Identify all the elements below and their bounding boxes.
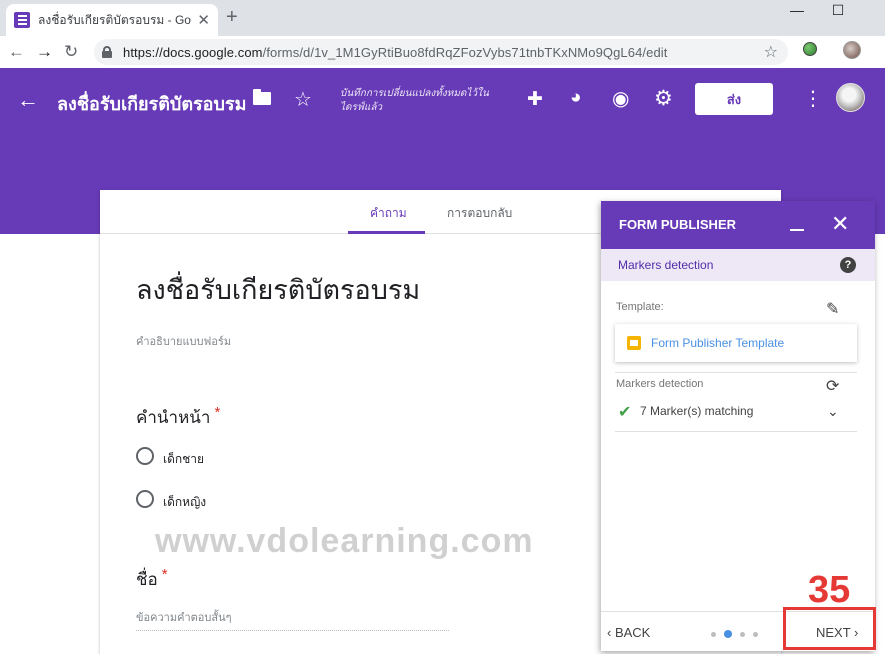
pencil-icon[interactable]: ✎	[826, 299, 839, 319]
question-title-name[interactable]: ชื่อ *	[136, 566, 168, 593]
url-path: /forms/d/1v_1M1GyRtiBuo8fdRqZFozVybs71tn…	[262, 44, 668, 60]
reload-icon[interactable]: ↻	[64, 42, 78, 62]
browser-toolbar: ← → ↻ https://docs.google.com/forms/d/1v…	[0, 36, 885, 68]
save-status-note: บันทึกการเปลี่ยนแปลงทั้งหมดไว้ในไดรฟ์แล้…	[340, 88, 489, 113]
tab-questions[interactable]: คำถาม	[370, 204, 407, 223]
window-minimize-button[interactable]: —	[777, 2, 817, 18]
watermark-text: www.vdolearning.com	[155, 522, 534, 560]
bookmark-star-icon[interactable]: ☆	[764, 42, 778, 62]
page-dot	[740, 631, 745, 637]
required-marker: *	[214, 404, 221, 421]
template-label: Template:	[616, 301, 664, 313]
palette-icon[interactable]: ◕	[570, 87, 581, 109]
browser-profile-avatar[interactable]	[843, 41, 861, 59]
next-highlight-box	[783, 607, 876, 650]
step-number-annotation: 35	[808, 569, 851, 611]
star-icon[interactable]: ☆	[294, 87, 312, 112]
extension-icon[interactable]	[803, 42, 817, 56]
lock-icon	[102, 46, 112, 58]
template-name-link[interactable]: Form Publisher Template	[651, 336, 784, 350]
question-title-text: คำนำหน้า	[136, 408, 211, 427]
form-publisher-subheader: Markers detection ?	[601, 249, 875, 281]
template-card[interactable]: Form Publisher Template	[615, 324, 857, 362]
subheader-label: Markers detection	[618, 258, 714, 272]
slides-file-icon	[627, 336, 641, 350]
required-marker: *	[161, 566, 168, 583]
page-dot	[711, 631, 716, 637]
gear-icon[interactable]: ⚙	[654, 86, 673, 111]
back-label: BACK	[614, 625, 651, 640]
send-button[interactable]: ส่ง	[695, 83, 773, 115]
page-dot-active	[724, 630, 732, 638]
back-arrow-icon[interactable]: ←	[8, 42, 25, 62]
folder-icon[interactable]	[253, 89, 271, 105]
divider	[615, 431, 857, 432]
form-publisher-title: FORM PUBLISHER	[619, 217, 736, 232]
browser-tabstrip: ลงชื่อรับเกียรติบัตรอบรม - Google Forms …	[0, 0, 885, 36]
chevron-down-icon[interactable]: ⌄	[827, 403, 839, 420]
active-tab-indicator	[348, 231, 425, 234]
avatar[interactable]	[836, 83, 865, 112]
more-vert-icon[interactable]: ⋮	[803, 86, 823, 111]
option-label-girl: เด็กหญิง	[163, 495, 207, 509]
page-indicator	[711, 630, 758, 638]
url-text: https://docs.google.com/forms/d/1v_1M1Gy…	[123, 45, 668, 60]
form-title[interactable]: ลงชื่อรับเกียรติบัตรอบรม	[136, 268, 420, 311]
tab-responses[interactable]: การตอบกลับ	[447, 204, 512, 223]
address-bar[interactable]: https://docs.google.com/forms/d/1v_1M1Gy…	[94, 39, 788, 65]
option-label-boy: เด็กชาย	[163, 452, 205, 466]
radio-option-boy[interactable]	[136, 447, 154, 465]
markers-status: 7 Marker(s) matching	[640, 404, 754, 418]
minimize-icon[interactable]	[790, 229, 804, 231]
form-description-field[interactable]: คำอธิบายแบบฟอร์ม	[136, 332, 231, 350]
help-icon[interactable]: ?	[840, 257, 856, 273]
tab-close-icon[interactable]: ✕	[197, 11, 210, 29]
tab-title: ลงชื่อรับเกียรติบัตรอบรม - Google Forms	[38, 12, 191, 27]
back-arrow-icon[interactable]: ←	[17, 87, 39, 113]
window-maximize-button[interactable]: ☐	[818, 2, 858, 19]
refresh-icon[interactable]: ⟳	[826, 376, 839, 396]
form-header-title[interactable]: ลงชื่อรับเกียรติบัตรอบรม	[57, 89, 246, 118]
eye-icon[interactable]: ◉	[612, 86, 629, 111]
question-title-prefix[interactable]: คำนำหน้า *	[136, 404, 220, 431]
puzzle-icon[interactable]: ✚	[527, 88, 543, 111]
question-title-text: ชื่อ	[136, 570, 158, 589]
new-tab-button[interactable]: +	[226, 6, 238, 29]
close-icon[interactable]: ✕	[831, 211, 849, 237]
short-answer-field: ข้อความคำตอบสั้นๆ	[136, 608, 449, 631]
forms-favicon-icon	[14, 12, 30, 28]
radio-option-girl[interactable]	[136, 490, 154, 508]
url-host: https://docs.google.com	[123, 44, 263, 60]
form-publisher-header: FORM PUBLISHER ✕	[601, 201, 875, 249]
forward-arrow-icon[interactable]: →	[36, 42, 53, 62]
divider	[615, 372, 857, 373]
markers-label: Markers detection	[616, 378, 704, 390]
check-icon: ✔	[618, 404, 632, 421]
page-dot	[753, 631, 758, 637]
back-button[interactable]: ‹ BACK	[607, 625, 650, 640]
browser-tab[interactable]: ลงชื่อรับเกียรติบัตรอบรม - Google Forms …	[6, 4, 218, 36]
